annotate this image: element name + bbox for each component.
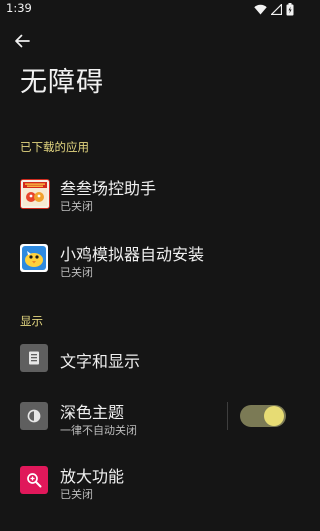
text-display-icon [20,344,48,372]
section-title-downloaded: 已下载的应用 [20,140,89,154]
list-item-xiaoji[interactable]: 小鸡模拟器自动安装 已关闭 [0,234,300,284]
back-button[interactable] [10,29,34,53]
wifi-icon [254,4,267,14]
setting-subtitle: 已关闭 [60,488,93,501]
app-icon-sansan [20,179,50,209]
setting-title: 深色主题 [60,403,125,422]
arrow-left-icon [15,34,30,48]
toggle-knob [264,406,284,426]
dark-theme-toggle[interactable] [240,405,286,427]
setting-title: 文字和显示 [60,352,141,371]
status-icons [254,2,294,16]
status-bar: 1:39 [0,0,300,18]
list-item-magnify[interactable]: 放大功能 已关闭 [0,458,300,506]
section-title-display: 显示 [20,314,43,328]
app-status: 已关闭 [60,200,93,213]
page-title: 无障碍 [20,67,104,98]
setting-subtitle: 一律不自动关闭 [60,424,137,437]
dark-theme-icon [20,402,48,430]
cellular-signal-icon [271,3,282,15]
list-item-text-display[interactable]: 文字和显示 [0,338,300,378]
app-name: 小鸡模拟器自动安装 [60,245,205,264]
app-icon-xiaoji [20,244,48,272]
row-divider [227,402,228,430]
battery-icon [286,2,294,15]
app-name: 叁叁场控助手 [60,179,157,198]
magnify-icon [20,466,48,494]
list-item-sansan[interactable]: 叁叁场控助手 已关闭 [0,168,300,218]
setting-title: 放大功能 [60,467,125,486]
list-item-dark-theme[interactable]: 深色主题 一律不自动关闭 [0,394,300,442]
status-time: 1:39 [6,1,32,15]
app-status: 已关闭 [60,266,93,279]
